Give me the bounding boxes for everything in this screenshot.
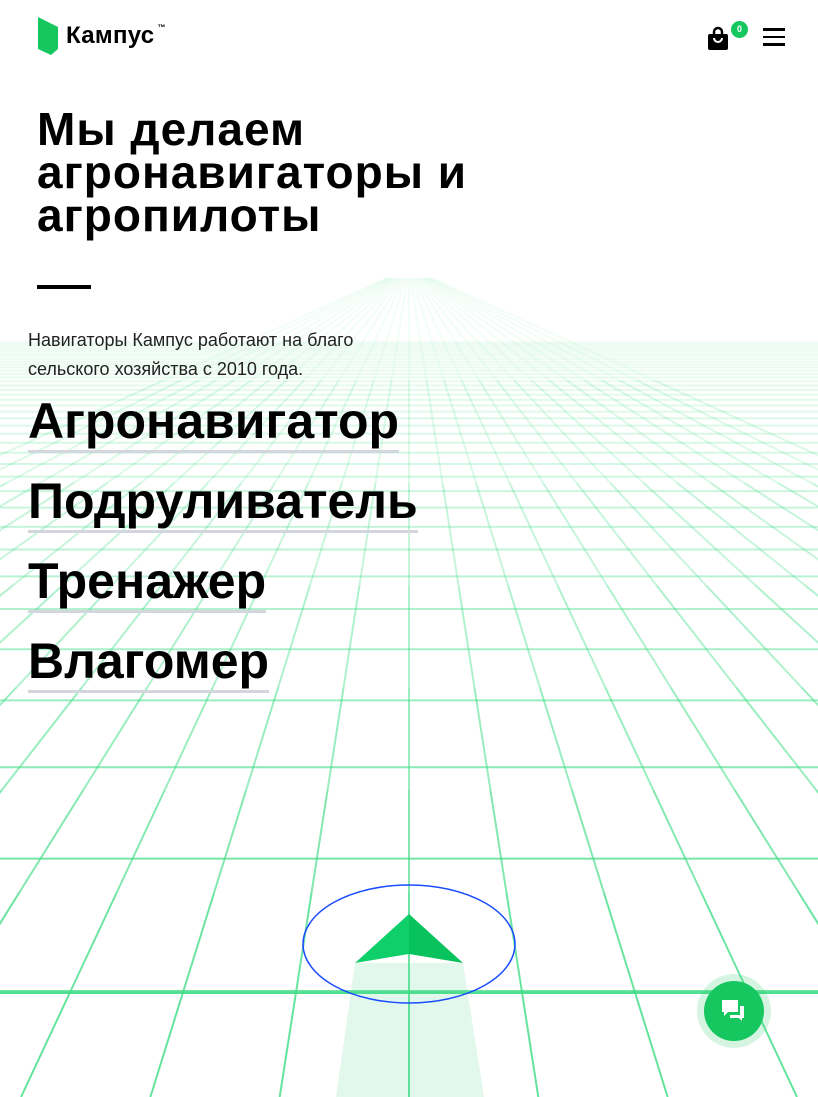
grid-line-vertical xyxy=(583,379,745,484)
grid-line-vertical xyxy=(0,789,3,794)
menu-hamburger-icon[interactable] xyxy=(763,28,785,46)
grid-line-vertical xyxy=(604,687,655,791)
grid-line-vertical xyxy=(278,994,297,1097)
grid-line-vertical xyxy=(20,994,70,1097)
cart-bag-icon[interactable] xyxy=(707,26,729,50)
grid-line-vertical xyxy=(705,584,803,689)
grid-line-vertical xyxy=(570,789,605,893)
site-header: Кампус ™ 0 xyxy=(0,0,818,75)
grid-line-vertical xyxy=(676,481,806,586)
logo-text: Кампус xyxy=(66,22,155,49)
product-link-vlagomer[interactable]: Влагомер xyxy=(28,632,270,693)
grid-line-vertical xyxy=(149,994,184,1097)
grid-line-vertical xyxy=(115,789,166,893)
grid-line-vertical xyxy=(310,789,329,893)
grid-line-vertical xyxy=(548,379,678,484)
cart-count-badge: 0 xyxy=(731,21,748,38)
hero-lead-text: Навигаторы Кампус работают на благо сель… xyxy=(28,330,354,379)
grid-line-vertical xyxy=(669,686,736,791)
grid-line-vertical xyxy=(68,891,118,996)
logo-shield-icon xyxy=(38,17,58,55)
grid-line-vertical xyxy=(457,584,476,688)
grid-line-vertical xyxy=(181,891,216,995)
grid-line-vertical xyxy=(513,379,611,484)
grid-line-vertical xyxy=(542,482,608,586)
grid-line-vertical xyxy=(642,482,756,586)
grid-line-vertical xyxy=(478,379,544,484)
title-divider xyxy=(37,285,91,289)
grid-line-vertical xyxy=(489,789,508,893)
grid-line-vertical xyxy=(475,482,509,586)
grid-line-vertical xyxy=(18,789,85,893)
grid-line-vertical xyxy=(556,584,607,688)
grid-line-vertical xyxy=(733,789,800,893)
grid-line-vertical xyxy=(575,482,658,586)
logo-trademark: ™ xyxy=(157,22,166,32)
grid-line-vertical xyxy=(506,584,541,688)
grid-line-vertical xyxy=(735,686,817,791)
grid-line-vertical xyxy=(654,379,818,457)
grid-line-vertical xyxy=(213,789,248,893)
grid-line-vertical xyxy=(634,994,669,1097)
grid-line-vertical xyxy=(0,891,21,926)
grid-line-vertical xyxy=(609,482,707,586)
navigation-arrow-icon xyxy=(409,914,463,963)
grid-line-vertical xyxy=(538,687,573,791)
grid-line-vertical xyxy=(602,891,637,995)
page-title: Мы делаем агронавигаторы и агропилоты xyxy=(37,103,468,241)
grid-line-vertical xyxy=(508,482,559,586)
navigation-arrow-icon xyxy=(355,914,409,963)
grid-line-vertical xyxy=(473,687,492,791)
grid-line-vertical xyxy=(618,379,812,484)
grid-line-vertical xyxy=(443,380,477,484)
product-link-trenazher[interactable]: Тренажер xyxy=(28,552,267,613)
grid-line-vertical xyxy=(495,379,578,484)
chat-button[interactable] xyxy=(697,974,771,1048)
grid-line-vertical xyxy=(655,584,737,689)
product-link-podrulivatel[interactable]: Подруливатель xyxy=(28,472,418,533)
product-link-agronavigator[interactable]: Агронавигатор xyxy=(28,392,400,453)
logo[interactable]: Кампус ™ xyxy=(38,17,165,55)
grid-line-vertical xyxy=(0,481,8,488)
grid-line-vertical xyxy=(425,380,444,483)
grid-line-vertical xyxy=(652,789,703,893)
grid-line-vertical xyxy=(441,482,460,586)
grid-line-vertical xyxy=(797,891,818,926)
grid-line-vertical xyxy=(810,481,818,488)
grid-line-vertical xyxy=(606,584,672,689)
grid-line-vertical xyxy=(460,379,511,484)
chat-bubbles-icon xyxy=(722,1000,744,1021)
product-links: Агронавигатор Подруливатель Тренажер Вла… xyxy=(28,392,418,712)
grid-line-vertical xyxy=(521,994,540,1097)
